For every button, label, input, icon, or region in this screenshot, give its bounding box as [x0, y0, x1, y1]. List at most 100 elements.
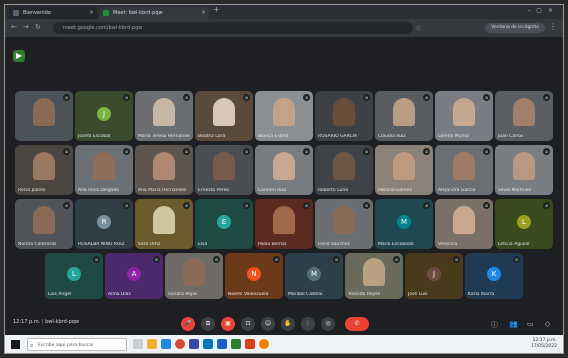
muted-mic-icon: ⊘ — [363, 148, 370, 155]
task-view-icon[interactable] — [133, 339, 143, 349]
taskbar-search-input[interactable]: ⌕ Escribe aquí para buscar — [27, 338, 127, 351]
participant-tile[interactable]: ⊘ Irene Sánchez — [315, 199, 373, 249]
participant-tile[interactable]: ⊘ Beatriz Lara — [195, 91, 253, 141]
browser-menu-icon[interactable]: ⋮ — [549, 22, 557, 31]
activities-shapes-icon[interactable]: ◇ — [545, 320, 550, 328]
participant-tile[interactable]: ⊘ Silvia Martínez — [495, 145, 553, 195]
info-icon[interactable]: ⓘ — [491, 320, 498, 330]
participant-tile[interactable]: ⊘ ROSARIO GARCIA — [315, 91, 373, 141]
back-icon[interactable]: ← — [11, 23, 17, 31]
new-tab-icon[interactable]: + — [213, 5, 220, 14]
participant-tile[interactable]: ⊘ Sara Ortiz — [135, 199, 193, 249]
meet-favicon-icon — [103, 10, 109, 16]
participant-tile[interactable]: ⊘ Roberto Luna — [315, 145, 373, 195]
raise-hand-button[interactable]: ✋ — [281, 317, 295, 331]
forward-icon[interactable]: → — [23, 23, 29, 31]
activities-button[interactable]: ◎ — [321, 317, 335, 331]
window-controls[interactable]: –▢× — [527, 7, 559, 14]
muted-mic-icon: ⊘ — [363, 94, 370, 101]
system-tray[interactable]: 12:17 p.m. 17/05/2022 — [531, 338, 557, 350]
participant-tile[interactable]: E ⊘ Elsa — [195, 199, 253, 249]
muted-mic-icon: ⊘ — [63, 202, 70, 209]
participant-tile[interactable]: ⊘ Carmen Ruiz — [255, 145, 313, 195]
address-bar-row: ← → ↻ meet.google.com/bwl-kbrd-pqw ☆ Ven… — [5, 19, 563, 37]
participant-tile[interactable]: L ⊘ Luis Ángel — [45, 253, 103, 299]
participant-name: Verónica — [438, 242, 458, 247]
participant-tile[interactable]: ⊘ Alejandra García — [435, 145, 493, 195]
muted-mic-icon: ⊘ — [543, 94, 550, 101]
people-icon[interactable]: 👥 — [509, 320, 518, 328]
chat-icon[interactable]: ▭ — [527, 320, 534, 328]
word-icon[interactable] — [217, 339, 227, 349]
muted-mic-icon: ⊘ — [183, 148, 190, 155]
start-button[interactable] — [11, 340, 20, 349]
participant-name: Patricia Gómez — [378, 188, 412, 193]
muted-mic-icon: ⊘ — [303, 202, 310, 209]
participant-tile[interactable]: L ⊘ Leticia Aguilar — [495, 199, 553, 249]
edge-icon[interactable] — [161, 339, 171, 349]
incognito-button[interactable]: Ventana de incógnito — [485, 23, 545, 33]
participant-tile[interactable]: ⊘ Ernesto Pérez — [195, 145, 253, 195]
participant-tile[interactable]: ⊘ Lorena Muñoz — [435, 91, 493, 141]
participant-tile[interactable]: ⊘ Juan Carlos — [495, 91, 553, 141]
reload-icon[interactable]: ↻ — [35, 23, 41, 31]
participant-tile[interactable]: N ⊘ Noemí Valenzuela — [225, 253, 283, 299]
address-input[interactable]: meet.google.com/bwl-kbrd-pqw — [53, 22, 413, 34]
participant-tile[interactable]: J ⊘ Josefa Escobar — [75, 91, 133, 141]
participant-name: Karla Ibarra — [468, 292, 495, 297]
participant-tile[interactable]: ⊘ Yolanda Reyes — [345, 253, 403, 299]
store-icon[interactable] — [189, 339, 199, 349]
chrome-icon[interactable] — [175, 339, 185, 349]
participant-name: José Luis — [408, 292, 428, 297]
participant-tile[interactable]: R ⊘ ROSALBA NIÑO RUIZ — [75, 199, 133, 249]
powerpoint-icon[interactable] — [245, 339, 255, 349]
participant-video — [513, 98, 535, 126]
participant-tile[interactable]: ⊘ Sandra Rojas — [165, 253, 223, 299]
participant-tile[interactable]: ⊘ Patricia Gómez — [375, 145, 433, 195]
file-explorer-icon[interactable] — [147, 339, 157, 349]
participant-tile[interactable]: ⊘ — [15, 91, 73, 141]
mail-icon[interactable] — [203, 339, 213, 349]
participant-video — [393, 98, 415, 126]
participant-tile[interactable]: ⊘ Ana Rosa Delgado — [75, 145, 133, 195]
participant-video — [453, 206, 475, 234]
participant-name: Ernesto Pérez — [198, 188, 229, 193]
participant-tile[interactable]: ⊘ Paola Bernal — [255, 199, 313, 249]
participant-name: Roberto Luna — [318, 188, 348, 193]
participant-tile[interactable]: ⊘ Ana María Hernández — [135, 145, 193, 195]
participant-tile[interactable]: M ⊘ Mario Escobedo — [375, 199, 433, 249]
participant-tile[interactable]: M ⊘ Maribel Castillo — [285, 253, 343, 299]
emoji-reaction-button[interactable]: ☺ — [261, 317, 275, 331]
close-tab-icon[interactable]: × — [89, 7, 94, 19]
participant-tile[interactable]: K ⊘ Karla Ibarra — [465, 253, 523, 299]
media-icon[interactable] — [259, 339, 269, 349]
excel-icon[interactable] — [231, 339, 241, 349]
tab-bienvenido[interactable]: Bienvenido × — [9, 7, 97, 19]
muted-mic-icon: ⊘ — [303, 94, 310, 101]
camera-button[interactable]: ▣ — [221, 317, 235, 331]
present-screen-button[interactable]: ⊡ — [241, 317, 255, 331]
participant-tile[interactable]: ⊘ María Teresa Hernández — [135, 91, 193, 141]
participant-tile[interactable]: A ⊘ Alma Díaz — [105, 253, 163, 299]
tab-meet[interactable]: Meet: bwl-kbrd-pqw × — [99, 7, 209, 19]
close-tab-icon[interactable]: × — [201, 7, 206, 19]
participant-tile[interactable]: ⊘ Rocío Juárez — [15, 145, 73, 195]
participant-video — [513, 152, 535, 180]
tab-favicon-icon — [13, 10, 19, 16]
participant-name: Mario Escobedo — [378, 242, 414, 247]
participant-avatar: L — [517, 214, 531, 229]
participant-tile[interactable]: ⊘ Blanca Estela — [255, 91, 313, 141]
participant-tile[interactable]: ⊘ Claudia Ruiz — [375, 91, 433, 141]
closed-captions-button[interactable]: ⧉ — [201, 317, 215, 331]
participant-tile[interactable]: J ⊘ José Luis — [405, 253, 463, 299]
muted-mic-icon: ⊘ — [393, 256, 400, 263]
participant-video — [153, 152, 175, 180]
participant-tile[interactable]: ⊘ Verónica — [435, 199, 493, 249]
more-options-button[interactable]: ⋮ — [301, 317, 315, 331]
leave-call-button[interactable]: ✆ — [345, 317, 369, 331]
microphone-button[interactable]: 🎤 — [181, 317, 195, 331]
bookmark-star-icon[interactable]: ☆ — [415, 24, 421, 32]
muted-mic-icon: ⊘ — [303, 148, 310, 155]
muted-mic-icon: ⊘ — [513, 256, 520, 263]
participant-tile[interactable]: ⊘ Norma Contreras — [15, 199, 73, 249]
